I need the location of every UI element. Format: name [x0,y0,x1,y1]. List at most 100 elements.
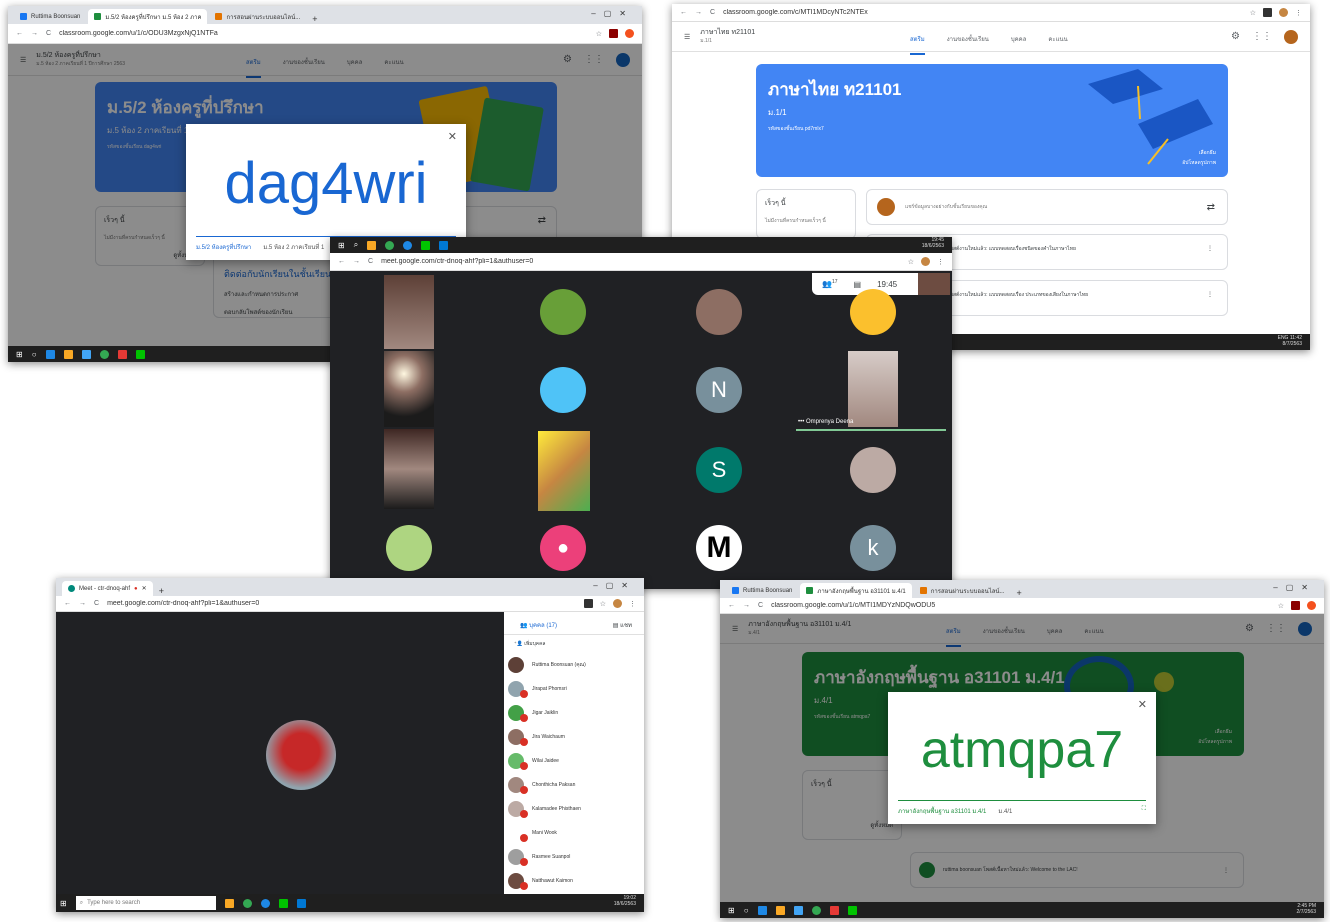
close-icon[interactable]: ✕ [1138,698,1147,711]
url-field[interactable]: classroom.google.com/u/1/c/MTI1MDYzNDQwO… [771,602,1270,609]
extension-icon[interactable] [1263,8,1272,17]
reload-icon[interactable]: C [758,602,763,609]
reload-icon[interactable]: C [46,30,51,37]
windows-start-icon[interactable]: ⊞ [60,899,67,908]
new-tab-icon[interactable]: + [312,14,317,24]
chrome-icon[interactable] [99,349,109,359]
participant-avatar[interactable] [540,367,586,413]
self-video-thumb[interactable] [918,273,950,295]
back-icon[interactable]: ← [338,258,345,265]
share-box[interactable]: แชร์ข้อมูลบางอย่างกับชั้นเรียนของคุณ ⇄ [866,189,1228,225]
more-icon[interactable]: ⋮ [629,600,636,608]
forward-icon[interactable]: → [79,600,86,607]
url-field[interactable]: classroom.google.com/u/1/c/ODU3MzgxNjQ1N… [59,30,588,37]
tab-stream[interactable]: สตรีม [910,34,925,55]
chrome-icon[interactable] [385,240,395,250]
edge-icon[interactable] [260,898,270,908]
forward-icon[interactable]: → [743,602,750,609]
more-icon[interactable]: ⋮ [1207,245,1213,252]
window-controls[interactable]: –▢✕ [593,581,636,590]
tab-grades[interactable]: คะแนน [1048,34,1067,55]
more-icon[interactable]: ⋮ [1207,291,1213,298]
search-icon[interactable]: ○ [32,350,37,359]
profile-icon[interactable] [613,599,622,608]
reload-icon[interactable]: C [94,600,99,607]
gear-icon[interactable]: ⚙ [1231,31,1240,42]
chat-icon[interactable]: ▤ [854,280,862,289]
folder-icon[interactable] [63,349,73,359]
fullscreen-icon[interactable]: ⛶ [1142,806,1146,816]
outlook-icon[interactable] [296,898,306,908]
new-tab-icon[interactable]: + [1017,588,1022,598]
participant-row[interactable]: Wilai Jaidee [504,749,644,773]
more-icon[interactable]: ⋮ [1295,9,1302,17]
star-icon[interactable]: ☆ [1250,9,1256,17]
apps-icon[interactable]: ⋮⋮ [1252,31,1272,42]
back-icon[interactable]: ← [16,30,23,37]
back-icon[interactable]: ← [728,602,735,609]
app-icon[interactable] [117,349,127,359]
add-people-button[interactable]: ⁺👤 เพิ่มบุคคล [504,635,644,653]
star-icon[interactable]: ☆ [1278,602,1284,610]
participant-avatar[interactable] [850,289,896,335]
participant-initial-m[interactable]: M [696,525,742,571]
edge-icon[interactable] [403,240,413,250]
extension-icon[interactable] [609,29,618,38]
participant-row[interactable]: Kalamadee Phisthaen [504,797,644,821]
participant-row[interactable]: Jira Waichaum [504,725,644,749]
tab-chat[interactable]: ▤ แชท [613,620,632,630]
back-icon[interactable]: ← [64,600,71,607]
avatar[interactable] [1284,29,1298,44]
store-icon[interactable] [793,905,803,915]
app-icon[interactable] [829,905,839,915]
line-icon[interactable] [421,240,431,250]
more-icon[interactable]: ⋮ [937,258,944,266]
participant-video[interactable] [384,429,434,509]
repost-icon[interactable]: ⇄ [1207,202,1215,213]
forward-icon[interactable]: → [353,258,360,265]
browser-tab-active[interactable]: ภาษาอังกฤษพื้นฐาน อ31101 ม.4/1 [800,583,912,598]
reload-icon[interactable]: C [368,258,373,265]
edge-icon[interactable] [757,905,767,915]
store-icon[interactable] [81,349,91,359]
participant-avatar[interactable] [696,289,742,335]
chrome-icon[interactable] [811,905,821,915]
profile-icon[interactable] [1279,8,1288,17]
presenter-avatar[interactable] [266,720,336,790]
tab-people[interactable]: บุคคล [1011,34,1027,55]
edge-icon[interactable] [45,349,55,359]
participant-row[interactable]: Natthawut Kaimon [504,869,644,893]
share-placeholder[interactable]: แชร์ข้อมูลบางอย่างกับชั้นเรียนของคุณ [905,203,987,211]
search-icon[interactable]: ⌕ [354,240,358,250]
browser-tab[interactable]: การสอนผ่านระบบออนไลน์... [209,9,306,24]
participant-initial-s[interactable]: S [696,447,742,493]
participant-video[interactable] [384,275,434,349]
participant-row[interactable]: Jigar Jaiklin [504,701,644,725]
menu-icon[interactable]: ☰ [684,33,690,41]
window-controls[interactable]: –▢✕ [591,9,634,18]
close-icon[interactable]: ✕ [448,130,457,143]
tab-people[interactable]: 👥 บุคคล (17) [520,620,557,630]
participant-avatar[interactable] [540,289,586,335]
extension-icon[interactable] [1291,601,1300,610]
line-icon[interactable] [278,898,288,908]
participant-video[interactable] [848,351,898,427]
profile-icon[interactable] [1307,601,1316,610]
profile-icon[interactable] [921,257,930,266]
url-field[interactable]: meet.google.com/ctr-dnoq-ahf?pli=1&authu… [381,258,900,265]
people-icon[interactable]: 👥17 [822,279,838,289]
participant-video[interactable] [538,431,590,511]
post-title[interactable]: โพสต์งานใหม่แล้ว: แบบทดสอบเรื่องชนิดของค… [947,246,1076,252]
select-theme-link[interactable]: เลือกธีม [1199,149,1216,157]
search-icon[interactable]: ○ [744,906,749,915]
outlook-icon[interactable] [439,240,449,250]
participant-row[interactable]: Mani Wook [504,821,644,845]
participant-video[interactable] [384,351,434,427]
line-icon[interactable] [847,905,857,915]
participant-row[interactable]: Ruttima Boonsuan (คุณ) [504,653,644,677]
participant-default-avatar[interactable]: ● [540,525,586,571]
browser-tab[interactable]: Ruttima Boonsuan [14,9,86,24]
participant-avatar[interactable] [850,447,896,493]
forward-icon[interactable]: → [695,9,702,16]
url-field[interactable]: classroom.google.com/c/MTI1MDcyNTc2NTEx [723,9,1242,16]
